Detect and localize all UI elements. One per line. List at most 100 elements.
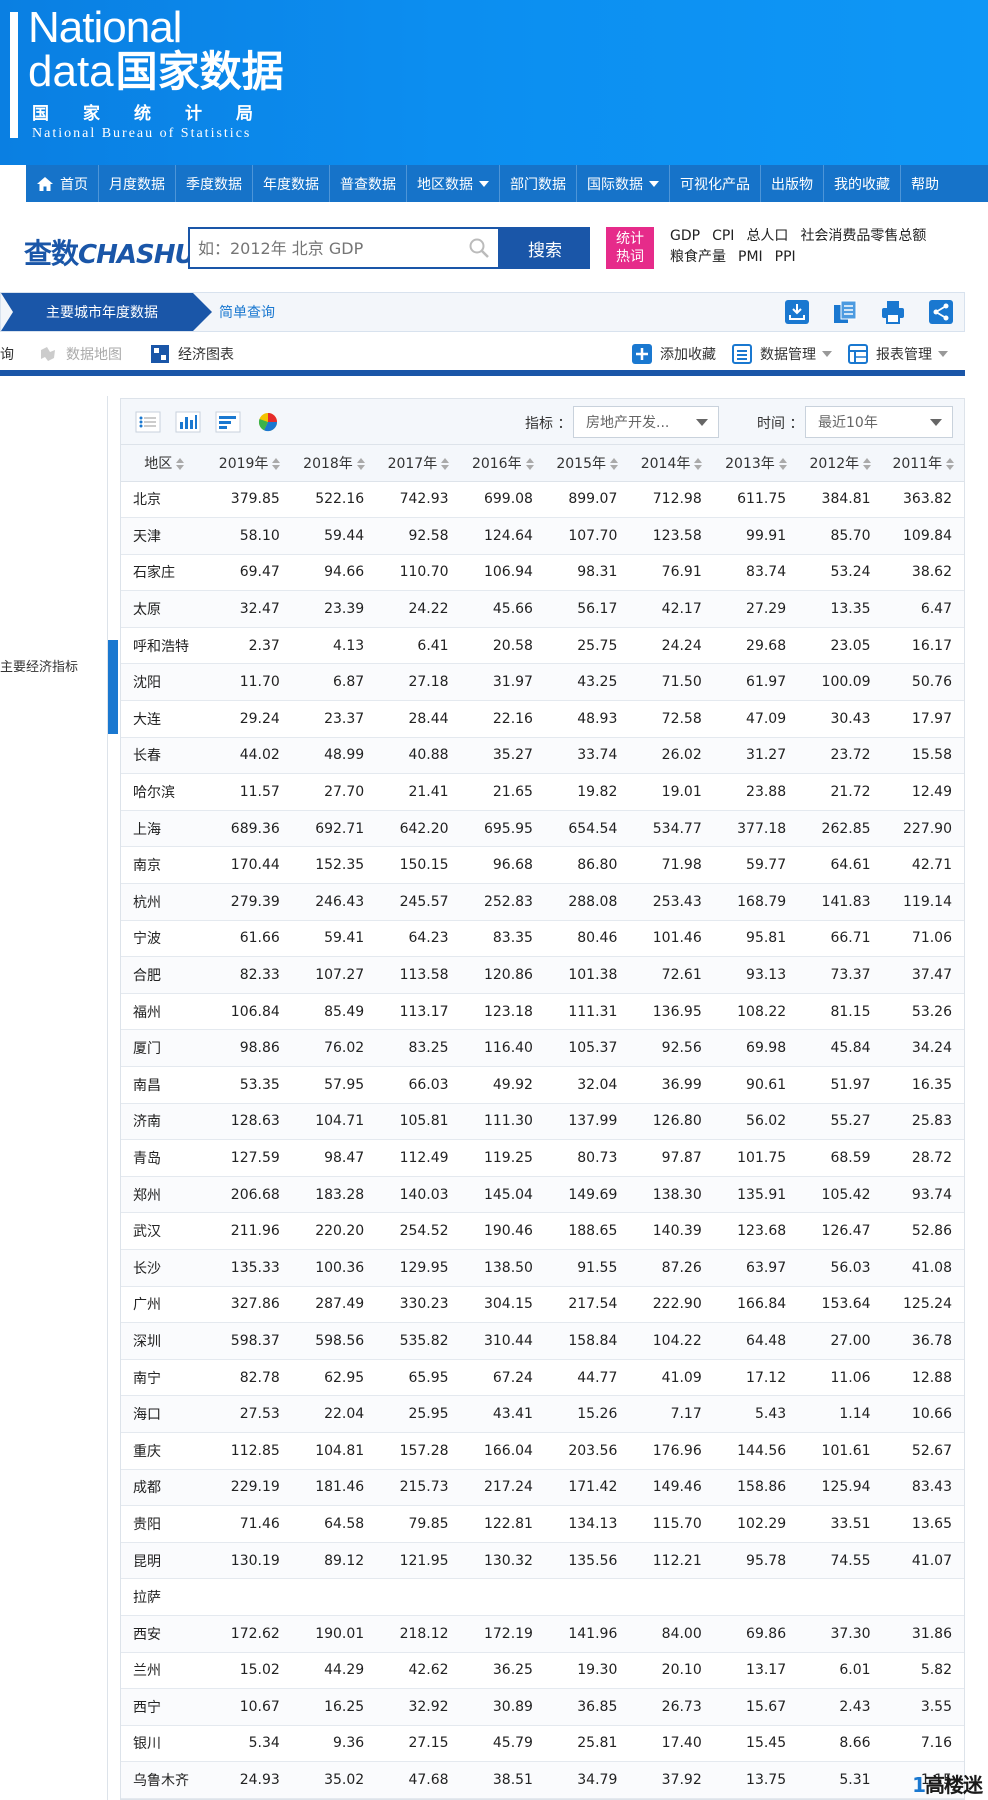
sort-icon[interactable] (176, 457, 185, 470)
report-manage-dropdown[interactable]: 报表管理 (848, 344, 948, 364)
sort-icon[interactable] (609, 457, 618, 470)
hot-word-link[interactable]: 总人口 (746, 228, 788, 244)
data-manage-dropdown[interactable]: 数据管理 (732, 344, 832, 364)
copy-icon[interactable] (832, 299, 858, 325)
value-cell: 254.52 (376, 1212, 461, 1250)
site-logo[interactable]: National data国家数据 国家统计局 National Bureau … (10, 4, 310, 141)
search-button[interactable]: 搜索 (500, 227, 590, 269)
sort-icon[interactable] (441, 457, 450, 470)
search-icon[interactable] (468, 237, 490, 259)
value-cell: 79.85 (376, 1505, 461, 1543)
value-cell: 125.94 (798, 1469, 883, 1507)
nav-visualization[interactable]: 可视化产品 (670, 165, 761, 202)
region-cell: 宁波 (121, 920, 208, 958)
table-view-icon[interactable] (135, 411, 161, 433)
value-cell: 47.09 (713, 700, 799, 738)
hot-word-link[interactable]: 粮食产量 (670, 249, 726, 265)
column-header-year[interactable]: 2012年 (798, 445, 883, 482)
sidebar-item-main-indicators[interactable]: 主要经济指标 (0, 656, 78, 675)
nav-monthly[interactable]: 月度数据 (99, 165, 176, 202)
table-row: 长春 44.02 48.99 40.88 35.27 33.74 26.02 31.27 23.… (121, 737, 964, 775)
hot-word-link[interactable]: PMI (738, 249, 763, 265)
value-cell: 108.22 (713, 993, 799, 1031)
value-cell: 9.36 (291, 1725, 377, 1763)
hot-words-badge: 统计 热词 (606, 227, 654, 269)
value-cell: 106.94 (460, 554, 545, 592)
column-header-region[interactable]: 地区 (121, 445, 208, 482)
nav-quarterly[interactable]: 季度数据 (176, 165, 253, 202)
time-label: 时间 ： (757, 416, 804, 432)
sort-icon[interactable] (778, 457, 787, 470)
column-header-year[interactable]: 2017年 (376, 445, 461, 482)
download-icon[interactable] (784, 299, 810, 325)
tab-city-annual[interactable]: 主要城市年度数据 (1, 293, 212, 331)
value-cell: 124.64 (460, 517, 545, 555)
nav-publications[interactable]: 出版物 (761, 165, 824, 202)
region-cell: 太原 (121, 590, 208, 628)
value-cell: 101.38 (544, 956, 630, 994)
value-cell: 119.25 (460, 1139, 545, 1177)
hot-word-link[interactable]: 社会消费品零售总额 (800, 228, 926, 244)
bar-chart-icon[interactable] (175, 411, 201, 433)
hot-word-link[interactable]: CPI (712, 228, 734, 244)
hot-word-link[interactable]: GDP (670, 228, 700, 244)
indicator-select[interactable]: 房地产开发... (573, 406, 719, 438)
value-cell (713, 1578, 799, 1616)
hot-word-link[interactable]: PPI (775, 249, 796, 265)
view-switcher (135, 411, 281, 433)
region-cell: 武汉 (121, 1212, 208, 1250)
economic-chart-button[interactable]: 经济图表 (150, 344, 234, 364)
nav-help[interactable]: 帮助 (901, 165, 949, 202)
add-favorite-button[interactable]: 添加收藏 (632, 344, 716, 364)
sort-icon[interactable] (946, 457, 955, 470)
time-select[interactable]: 最近10年 (805, 406, 953, 438)
nav-home[interactable]: 首页 (26, 165, 99, 202)
value-cell: 16.25 (291, 1688, 377, 1726)
value-cell: 899.07 (544, 481, 630, 519)
column-header-year[interactable]: 2018年 (291, 445, 377, 482)
sort-icon[interactable] (356, 457, 365, 470)
sort-icon[interactable] (863, 457, 872, 470)
nav-favorites[interactable]: 我的收藏 (824, 165, 901, 202)
nav-international[interactable]: 国际数据 (577, 165, 670, 202)
nav-census[interactable]: 普查数据 (330, 165, 407, 202)
column-header-year[interactable]: 2013年 (713, 445, 799, 482)
logo-line-data: data国家数据 (28, 48, 284, 96)
nav-department[interactable]: 部门数据 (500, 165, 577, 202)
nav-annual[interactable]: 年度数据 (253, 165, 330, 202)
share-icon[interactable] (928, 299, 954, 325)
region-cell: 厦门 (121, 1029, 208, 1067)
pie-chart-icon[interactable] (255, 411, 281, 433)
query-link[interactable]: 查询 (0, 344, 14, 364)
value-cell: 7.17 (629, 1395, 714, 1433)
tab-simple-query[interactable]: 简单查询 (219, 293, 275, 331)
value-cell: 45.84 (798, 1029, 883, 1067)
search-input[interactable] (190, 229, 450, 267)
data-map-button[interactable]: 数据地图 (38, 344, 122, 364)
value-cell: 34.79 (544, 1761, 630, 1799)
sort-icon[interactable] (694, 457, 703, 470)
sidebar-toggle-handle[interactable] (108, 640, 118, 734)
value-cell: 61.66 (207, 920, 292, 958)
column-header-year[interactable]: 2014年 (629, 445, 714, 482)
table-row: 贵阳 71.46 64.58 79.85 122.81 134.13 115.70 102.2… (121, 1505, 964, 1543)
chashu-logo[interactable]: 查数CHASHU (24, 232, 196, 272)
value-cell: 206.68 (207, 1176, 292, 1214)
region-cell: 合肥 (121, 956, 208, 994)
column-header-year[interactable]: 2016年 (460, 445, 545, 482)
nav-regional[interactable]: 地区数据 (407, 165, 500, 202)
table-row: 武汉 211.96 220.20 254.52 190.46 188.65 140.39 12… (121, 1212, 964, 1250)
sort-icon[interactable] (525, 457, 534, 470)
sort-icon[interactable] (272, 457, 281, 470)
column-header-year[interactable]: 2015年 (544, 445, 630, 482)
value-cell: 106.84 (207, 993, 292, 1031)
column-header-year[interactable]: 2011年 (882, 445, 964, 482)
horizontal-bar-icon[interactable] (215, 411, 241, 433)
column-header-year[interactable]: 2019年 (207, 445, 292, 482)
table-row: 哈尔滨 11.57 27.70 21.41 21.65 19.82 19.01 23.88 21… (121, 773, 964, 811)
column-header-label: 2013年 (725, 455, 775, 472)
value-cell: 287.49 (291, 1286, 377, 1324)
data-map-label: 数据地图 (66, 347, 122, 363)
print-icon[interactable] (880, 299, 906, 325)
value-cell: 22.04 (291, 1395, 377, 1433)
